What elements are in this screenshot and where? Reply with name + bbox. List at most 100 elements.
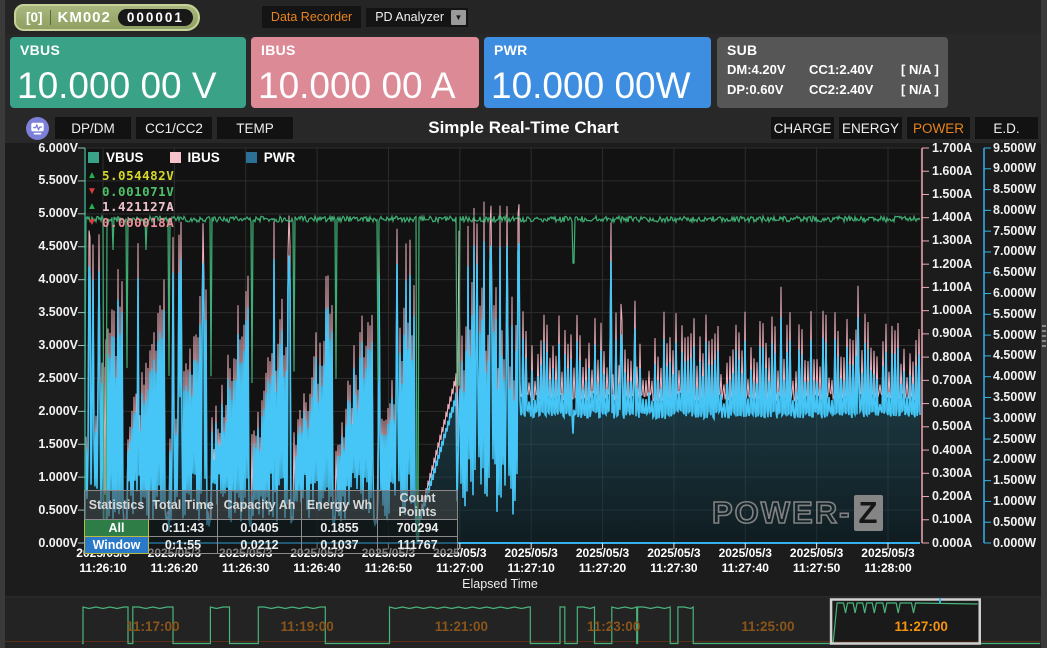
y-axis-label: 4.500W <box>993 348 1036 362</box>
all-energy: 0.1855 <box>302 520 378 537</box>
y-axis-label: 4.000V <box>0 272 78 286</box>
window-count-points: 111767 <box>378 537 458 554</box>
sub-na-1: [ N/A ] <box>901 62 939 77</box>
x-axis-tick-label: 2025/05/311:27:10 <box>493 546 569 575</box>
x-axis-tick-label: 2025/05/311:27:30 <box>636 546 712 575</box>
window-edge-left <box>0 0 5 648</box>
ibus-max-readout: ▲1.421127A <box>87 199 174 215</box>
pwr-card: PWR 10.000 00W <box>484 37 711 108</box>
y-axis-label: 2.500W <box>993 432 1036 446</box>
stats-row-all: All 0:11:43 0.0405 0.1855 700294 <box>85 520 458 537</box>
tab-energy[interactable]: ENERGY <box>839 117 902 139</box>
dp-voltage: DP:0.60V <box>727 82 809 97</box>
pd-analyzer-label: PD Analyzer <box>375 10 444 24</box>
y-axis-label: 4.500V <box>0 239 78 253</box>
y-axis-label: 1.000A <box>932 303 972 317</box>
chart-mode-icon[interactable] <box>26 117 49 140</box>
y-axis-label: 1.400A <box>932 210 972 224</box>
app-window: [0] KM002 000001 Data Recorder PD Analyz… <box>0 0 1047 648</box>
x-axis-tick-label: 2025/05/311:28:00 <box>850 546 926 575</box>
window-total-time: 0:1:55 <box>149 537 218 554</box>
right-tabs: CHARGE ENERGY POWER E.D. <box>771 117 1038 139</box>
vbus-min-readout: ▼0.001071V <box>87 184 174 200</box>
y-axis-label: 0.700A <box>932 373 972 387</box>
y-axis-label: 0.200A <box>932 489 972 503</box>
device-selector[interactable]: [0] KM002 000001 <box>14 4 200 31</box>
up-triangle-icon: ▲ <box>87 201 102 212</box>
y-axis-label: 1.500V <box>0 437 78 451</box>
y-axis-label: 0.500W <box>993 515 1036 529</box>
stats-row-window: Window 0:1:55 0.0212 0.1037 111767 <box>85 537 458 554</box>
tab-power[interactable]: POWER <box>907 117 970 139</box>
minmax-readouts: ▲5.054482V ▼0.001071V ▲1.421127A ▼0.0000… <box>87 168 174 230</box>
y-axis-label: 3.500V <box>0 305 78 319</box>
splitter-grip[interactable] <box>1042 325 1046 349</box>
navigator-timestamp: 11:23:00 <box>569 619 659 634</box>
legend-ibus[interactable]: IBUS <box>170 150 220 165</box>
y-axis-label: 8.500W <box>993 182 1036 196</box>
y-axis-label: 5.500V <box>0 173 78 187</box>
y-axis-label: 0.800A <box>932 350 972 364</box>
tab-dpdm[interactable]: DP/DM <box>55 117 131 139</box>
tab-temp[interactable]: TEMP <box>217 117 293 139</box>
y-axis-label: 6.000V <box>0 141 78 155</box>
stats-header: Energy Wh <box>302 491 378 520</box>
pd-analyzer-dropdown[interactable]: PD Analyzer ▼ <box>366 8 468 27</box>
stats-header-row: Statistics Total Time Capacity Ah Energy… <box>85 491 458 520</box>
window-capacity: 0.0212 <box>218 537 302 554</box>
all-total-time: 0:11:43 <box>149 520 218 537</box>
ibus-value: 10.000 00 A <box>258 65 456 107</box>
navigator-timestamp: 11:27:00 <box>876 619 966 634</box>
chart-region[interactable]: 6.000V5.500V5.000V4.500V4.000V3.500V3.00… <box>0 143 1047 596</box>
y-axis-label: 0.900A <box>932 326 972 340</box>
y-axis-label: 1.600A <box>932 164 972 178</box>
window-energy: 0.1037 <box>302 537 378 554</box>
y-axis-label: 0.600A <box>932 396 972 410</box>
y-axis-label: 7.500W <box>993 224 1036 238</box>
stats-window-button[interactable]: Window <box>85 537 149 554</box>
y-axis-label: 1.000V <box>0 470 78 484</box>
y-axis-label: 8.000W <box>993 203 1036 217</box>
vbus-label: VBUS <box>20 42 60 58</box>
navigator-timestamp: 11:19:00 <box>262 619 352 634</box>
y-axis-label: 1.500W <box>993 473 1036 487</box>
x-axis-title: Elapsed Time <box>430 577 570 591</box>
navigator-timestamp: 11:25:00 <box>723 619 813 634</box>
all-capacity: 0.0405 <box>218 520 302 537</box>
tab-cc1cc2[interactable]: CC1/CC2 <box>136 117 212 139</box>
y-axis-label: 1.100A <box>932 280 972 294</box>
x-axis-tick-label: 2025/05/311:27:20 <box>565 546 641 575</box>
pwr-swatch <box>246 152 257 163</box>
y-axis-label: 9.500W <box>993 141 1036 155</box>
vbus-card: VBUS 10.000 00 V <box>10 37 246 108</box>
y-axis-label: 0.500A <box>932 419 972 433</box>
navigator-timestamp: 11:21:00 <box>416 619 506 634</box>
data-recorder-button[interactable]: Data Recorder <box>262 6 361 28</box>
cc1-voltage: CC1:2.40V <box>809 62 901 77</box>
down-triangle-icon: ▼ <box>87 217 102 228</box>
sub-row-1: DM:4.20V CC1:2.40V [ N/A ] <box>727 62 939 77</box>
y-axis-label: 6.500W <box>993 265 1036 279</box>
vbus-value: 10.000 00 V <box>17 65 217 107</box>
y-axis-label: 0.500V <box>0 503 78 517</box>
timeline-navigator[interactable]: 11:17:00 11:19:00 11:21:00 11:23:00 11:25:00… <box>0 598 1047 648</box>
legend-pwr[interactable]: PWR <box>246 150 296 165</box>
y-axis-label: 1.200A <box>932 257 972 271</box>
cc2-voltage: CC2:2.40V <box>809 82 901 97</box>
navigator-timestamp: 11:17:00 <box>108 619 198 634</box>
x-axis-tick-label: 2025/05/311:27:40 <box>707 546 783 575</box>
device-serial: 000001 <box>118 9 193 26</box>
tab-ed[interactable]: E.D. <box>975 117 1038 139</box>
statistics-table: Statistics Total Time Capacity Ah Energy… <box>84 490 458 554</box>
up-triangle-icon: ▲ <box>87 170 102 181</box>
y-axis-label: 6.000W <box>993 286 1036 300</box>
tab-charge[interactable]: CHARGE <box>771 117 834 139</box>
down-triangle-icon: ▼ <box>87 186 102 197</box>
legend-vbus[interactable]: VBUS <box>88 150 144 165</box>
vbus-swatch <box>88 152 99 163</box>
y-axis-label: 2.500V <box>0 371 78 385</box>
left-tabs: DP/DM CC1/CC2 TEMP <box>55 117 293 139</box>
stats-all-button[interactable]: All <box>85 520 149 537</box>
y-axis-label: 1.000W <box>993 494 1036 508</box>
sub-row-2: DP:0.60V CC2:2.40V [ N/A ] <box>727 82 939 97</box>
